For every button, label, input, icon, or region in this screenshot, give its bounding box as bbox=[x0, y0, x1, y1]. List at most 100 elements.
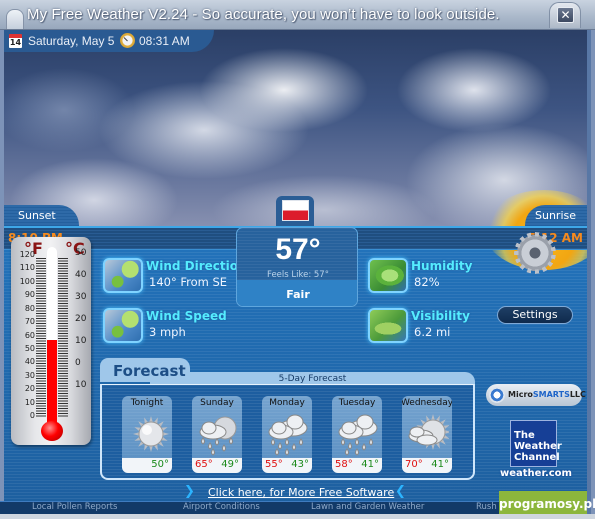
microsmarts-swirl-icon bbox=[489, 387, 505, 403]
forecast-low: 50° bbox=[151, 459, 169, 470]
microsmarts-logo[interactable]: MicroSMARTSLLC bbox=[486, 384, 586, 406]
twc-line-3: Channel bbox=[514, 452, 560, 463]
celsius-tick-label: 30 bbox=[75, 292, 87, 302]
microsmarts-text-c: LLC bbox=[569, 390, 586, 399]
current-date: Saturday, May 5 bbox=[28, 34, 115, 48]
visibility-tile[interactable]: Visibility 6.2 mi bbox=[368, 308, 508, 344]
wind-speed-tile[interactable]: Wind Speed 3 mph bbox=[103, 308, 243, 344]
celsius-tick-label: 50 bbox=[75, 248, 87, 258]
humidity-icon bbox=[368, 258, 408, 293]
forecast-high: 58° bbox=[335, 459, 353, 470]
fahrenheit-tick-label: 110 bbox=[19, 263, 35, 273]
clock-icon bbox=[120, 33, 135, 48]
forecast-day-wednesday[interactable]: Wednesday 70° 41° bbox=[402, 396, 452, 473]
forecast-low: 41° bbox=[431, 459, 449, 470]
visibility-value: 6.2 mi bbox=[414, 325, 451, 339]
wind-direction-label: Wind Direction bbox=[146, 259, 247, 273]
forecast-day-tonight[interactable]: Tonight 50° bbox=[122, 396, 172, 473]
forecast-low: 49° bbox=[221, 459, 239, 470]
microsmarts-text-a: Micro bbox=[508, 390, 533, 399]
gear-icon[interactable] bbox=[514, 232, 556, 274]
celsius-ticks bbox=[58, 258, 68, 418]
forecast-day-name: Monday bbox=[269, 398, 305, 408]
celsius-tick-label: 40 bbox=[75, 270, 87, 280]
forecast-day-tuesday[interactable]: Tuesday 58° 41° bbox=[332, 396, 382, 473]
sunny-icon bbox=[127, 410, 169, 456]
celsius-tick-label: 10 bbox=[75, 380, 87, 390]
twc-line-1: The bbox=[514, 430, 535, 441]
poland-flag-icon[interactable] bbox=[282, 200, 309, 221]
forecast-high: 65° bbox=[195, 459, 213, 470]
fahrenheit-tick-label: 30 bbox=[24, 370, 35, 380]
forecast-day-name: Wednesday bbox=[402, 398, 452, 408]
forecast-temps: 58° 41° bbox=[332, 458, 382, 473]
partly-cloudy-icon bbox=[407, 410, 451, 456]
forecast-low: 41° bbox=[361, 459, 379, 470]
rain-icon bbox=[337, 410, 379, 456]
wind-direction-value: 140° From SE bbox=[149, 275, 228, 289]
window-title: My Free Weather V2.24 - So accurate, you… bbox=[27, 6, 500, 23]
close-tab: ✕ bbox=[549, 2, 581, 28]
date-time-bar: 14 Saturday, May 5 08:31 AM bbox=[4, 30, 214, 52]
fahrenheit-tick-label: 80 bbox=[24, 303, 35, 313]
settings-button[interactable]: Settings bbox=[497, 306, 573, 324]
fahrenheit-tick-label: 40 bbox=[24, 357, 35, 367]
partly-cloudy-rain-icon bbox=[197, 410, 239, 456]
tab-local-pollen[interactable]: Local Pollen Reports bbox=[32, 502, 117, 512]
wind-speed-label: Wind Speed bbox=[146, 309, 227, 323]
fahrenheit-tick-label: 50 bbox=[24, 343, 35, 353]
thermometer-tube bbox=[47, 247, 57, 427]
visibility-label: Visibility bbox=[411, 309, 470, 323]
title-tab bbox=[6, 9, 24, 29]
tab-lawn-garden[interactable]: Lawn and Garden Weather bbox=[311, 502, 424, 512]
thermometer-bulb bbox=[41, 421, 63, 441]
title-bar[interactable]: My Free Weather V2.24 - So accurate, you… bbox=[0, 0, 595, 30]
weather-channel-logo[interactable]: The Weather Channel bbox=[510, 420, 562, 467]
forecast-temps: 55° 43° bbox=[262, 458, 312, 473]
wind-direction-icon bbox=[103, 258, 143, 293]
forecast-day-sunday[interactable]: Sunday 65° 49° bbox=[192, 396, 242, 473]
fahrenheit-tick-label: 100 bbox=[19, 276, 35, 286]
close-button[interactable]: ✕ bbox=[557, 7, 574, 23]
forecast-day-name: Tonight bbox=[130, 398, 164, 408]
chevron-left-icon: ❮ bbox=[395, 484, 406, 499]
fahrenheit-ticks bbox=[36, 258, 46, 418]
calendar-icon: 14 bbox=[9, 34, 22, 48]
celsius-tick-label: 0 bbox=[75, 358, 81, 368]
fahrenheit-tick-label: 70 bbox=[24, 317, 35, 327]
bottom-tabs: Local Pollen Reports Airport Conditions … bbox=[0, 501, 583, 514]
sunrise-tab: Sunrise bbox=[525, 205, 587, 226]
forecast-temps: 65° 49° bbox=[192, 458, 242, 473]
humidity-tile[interactable]: Humidity 82% bbox=[368, 258, 508, 294]
forecast-high: 70° bbox=[405, 459, 423, 470]
promo-bar: ❯ Click here, for More Free Software ❮ bbox=[0, 484, 583, 500]
flag-tab bbox=[276, 196, 314, 226]
close-icon: ✕ bbox=[560, 8, 571, 22]
thermometer: °F °C 120 110 100 90 80 70 60 50 40 30 20 10 0 50 40 3… bbox=[11, 237, 91, 445]
rain-icon bbox=[267, 410, 309, 456]
forecast-high: 55° bbox=[265, 459, 283, 470]
forecast-temps: 70° 41° bbox=[402, 458, 452, 473]
forecast-day-name: Tuesday bbox=[338, 398, 376, 408]
more-software-link[interactable]: Click here, for More Free Software bbox=[208, 486, 394, 499]
current-temperature: 57° bbox=[275, 233, 321, 266]
wind-direction-tile[interactable]: Wind Direction 140° From SE bbox=[103, 258, 247, 294]
fahrenheit-tick-label: 0 bbox=[29, 411, 35, 420]
fahrenheit-tick-label: 20 bbox=[24, 384, 35, 394]
feels-like: Feels Like: 57° bbox=[267, 270, 329, 280]
fahrenheit-tick-label: 10 bbox=[24, 397, 35, 407]
twc-line-2: Weather bbox=[514, 441, 562, 452]
wind-speed-icon bbox=[103, 308, 143, 343]
weather-com-link[interactable]: weather.com bbox=[500, 468, 572, 479]
visibility-icon bbox=[368, 308, 408, 343]
fahrenheit-tick-label: 120 bbox=[19, 250, 35, 259]
forecast-subtitle: 5-Day Forecast bbox=[278, 374, 347, 384]
mercury-level bbox=[47, 339, 57, 427]
sky-banner: 14 Saturday, May 5 08:31 AM Sunset Sunri… bbox=[4, 30, 587, 270]
tab-airport-conditions[interactable]: Airport Conditions bbox=[183, 502, 260, 512]
bottom-border bbox=[0, 514, 595, 519]
microsmarts-text: MicroSMARTSLLC bbox=[508, 390, 586, 399]
forecast-day-monday[interactable]: Monday 55° 43° bbox=[262, 396, 312, 473]
celsius-tick-label: 10 bbox=[75, 336, 87, 346]
sunset-label: Sunset bbox=[18, 209, 56, 222]
